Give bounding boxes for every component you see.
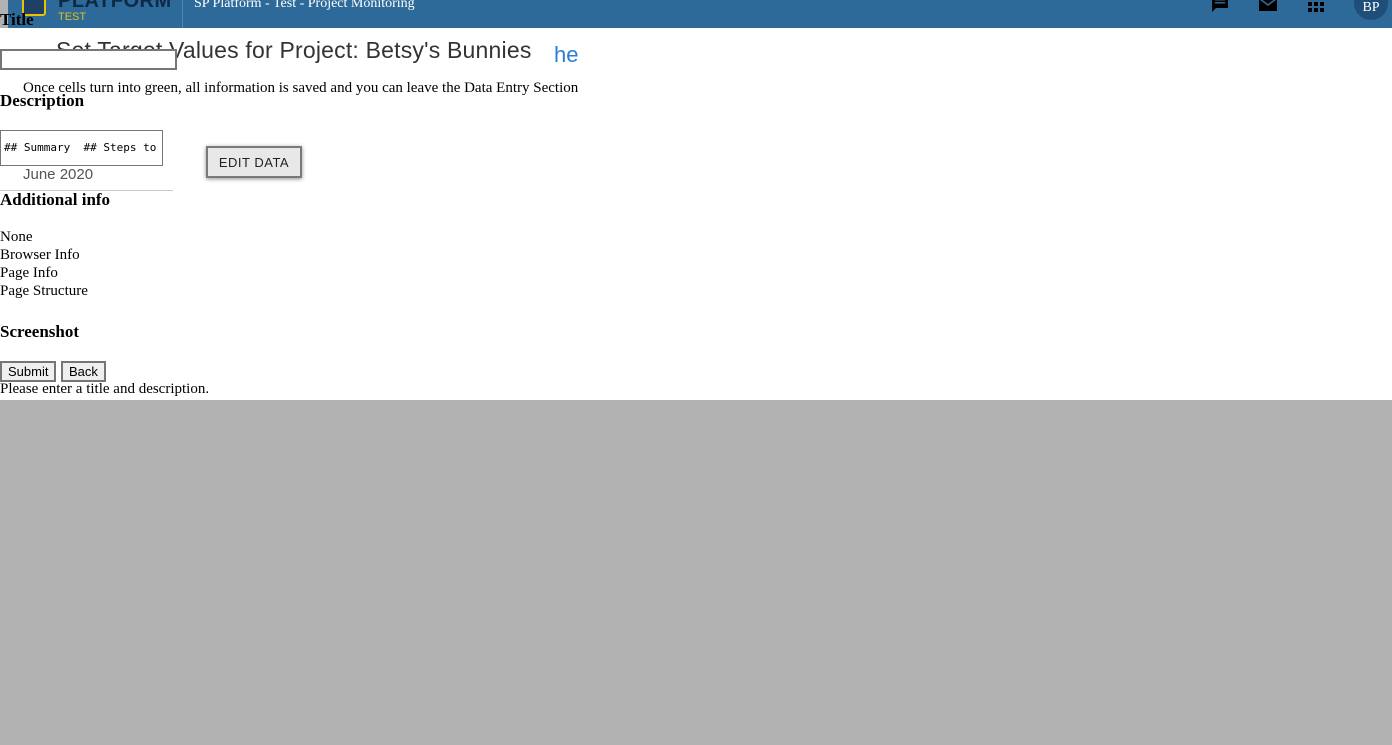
- app-title: SP Platform - Test - Project Monitoring: [194, 0, 415, 11]
- apps-grid-icon[interactable]: [1306, 0, 1326, 16]
- title-input[interactable]: [0, 49, 177, 70]
- user-avatar[interactable]: BP: [1354, 0, 1388, 20]
- screenshot-label: Screenshot: [0, 322, 80, 341]
- top-app-bar: PLATFORM TEST SP Platform - Test - Proje…: [8, 0, 1392, 28]
- save-info-text: Once cells turn into green, all informat…: [23, 80, 579, 96]
- option-browser-info[interactable]: Browser Info: [0, 247, 80, 264]
- platform-logo[interactable]: PLATFORM TEST: [22, 0, 182, 28]
- month-label: June 2020: [23, 166, 94, 183]
- topbar-divider: [182, 0, 183, 28]
- help-link[interactable]: he: [554, 42, 578, 68]
- logo-subtitle: TEST: [58, 11, 87, 23]
- option-page-info[interactable]: Page Info: [0, 265, 58, 282]
- chat-icon[interactable]: [1210, 0, 1230, 16]
- description-textarea[interactable]: ## Summary ## Steps to Reproduce: [0, 130, 163, 166]
- description-label: Description: [0, 91, 85, 110]
- mail-icon[interactable]: [1258, 0, 1278, 16]
- validation-message: Please enter a title and description.: [0, 381, 210, 397]
- option-none[interactable]: None: [0, 229, 33, 246]
- title-label: Title: [0, 10, 34, 29]
- option-page-structure[interactable]: Page Structure: [0, 283, 88, 300]
- main-content: Set Target Values for Project: Betsy's B…: [0, 28, 1392, 400]
- edit-data-button[interactable]: EDIT DATA: [206, 146, 302, 178]
- back-button[interactable]: Back: [61, 361, 106, 382]
- submit-button[interactable]: Submit: [0, 361, 57, 382]
- additional-info-label: Additional info: [0, 190, 111, 209]
